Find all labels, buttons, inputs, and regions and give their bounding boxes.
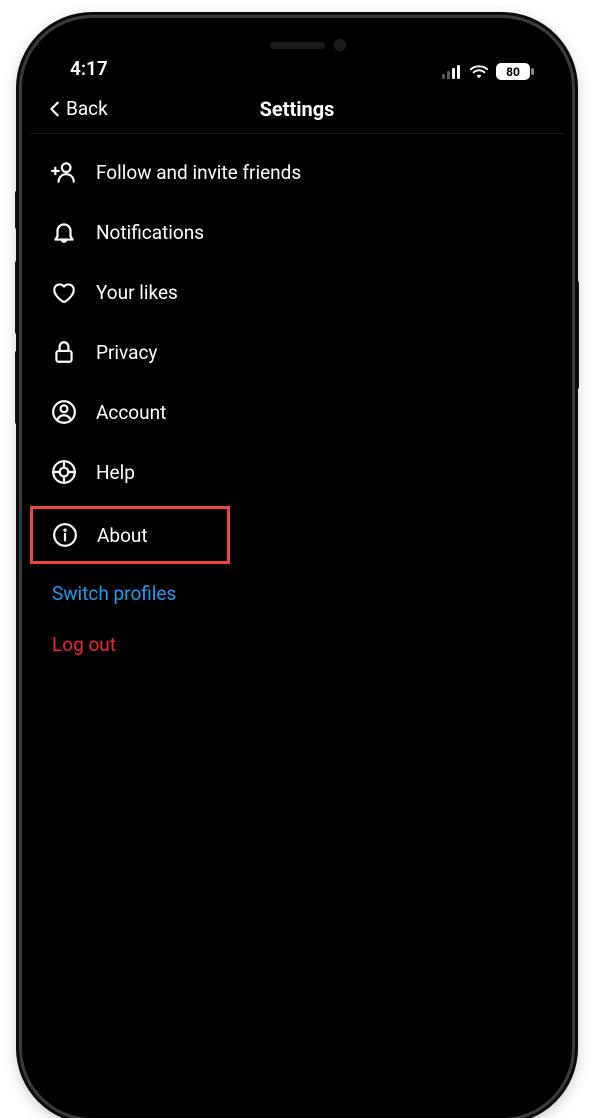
menu-label: Follow and invite friends [96,161,301,184]
battery-icon: 80 [496,63,530,80]
page-title: Settings [30,97,564,121]
menu-item-help[interactable]: Help [30,442,564,502]
log-out-link[interactable]: Log out [30,619,564,670]
menu-item-about[interactable]: About [30,506,230,564]
phone-power-button [573,280,579,390]
phone-notch [202,26,392,64]
wifi-icon [469,65,489,79]
menu-label: Account [96,401,166,424]
back-button[interactable]: Back [44,97,108,120]
status-indicators: 80 [442,63,530,80]
menu-label: Privacy [96,341,157,364]
add-user-icon [50,158,78,186]
menu-item-likes[interactable]: Your likes [30,262,564,322]
help-icon [50,458,78,486]
menu-item-account[interactable]: Account [30,382,564,442]
user-circle-icon [50,398,78,426]
bell-icon [50,218,78,246]
switch-profiles-link[interactable]: Switch profiles [30,568,564,619]
heart-icon [50,278,78,306]
back-label: Back [66,97,108,120]
status-time: 4:17 [70,57,108,80]
menu-label: Notifications [96,221,204,244]
menu-item-follow-invite[interactable]: Follow and invite friends [30,142,564,202]
settings-menu: Follow and invite friends Notifications … [30,134,564,670]
cellular-signal-icon [442,65,462,79]
phone-volume-up [15,260,21,335]
info-icon [51,521,79,549]
phone-front-camera [334,39,346,51]
menu-label: About [97,524,148,547]
menu-label: Your likes [96,281,178,304]
menu-label: Help [96,461,135,484]
phone-speaker [270,42,325,49]
phone-volume-down [15,350,21,425]
nav-bar: Back Settings [30,84,564,134]
phone-frame: 4:17 [22,18,572,1118]
menu-item-privacy[interactable]: Privacy [30,322,564,382]
phone-screen: 4:17 [30,26,564,1110]
battery-level: 80 [496,63,530,80]
lock-icon [50,338,78,366]
menu-item-notifications[interactable]: Notifications [30,202,564,262]
phone-silent-switch [15,190,21,230]
